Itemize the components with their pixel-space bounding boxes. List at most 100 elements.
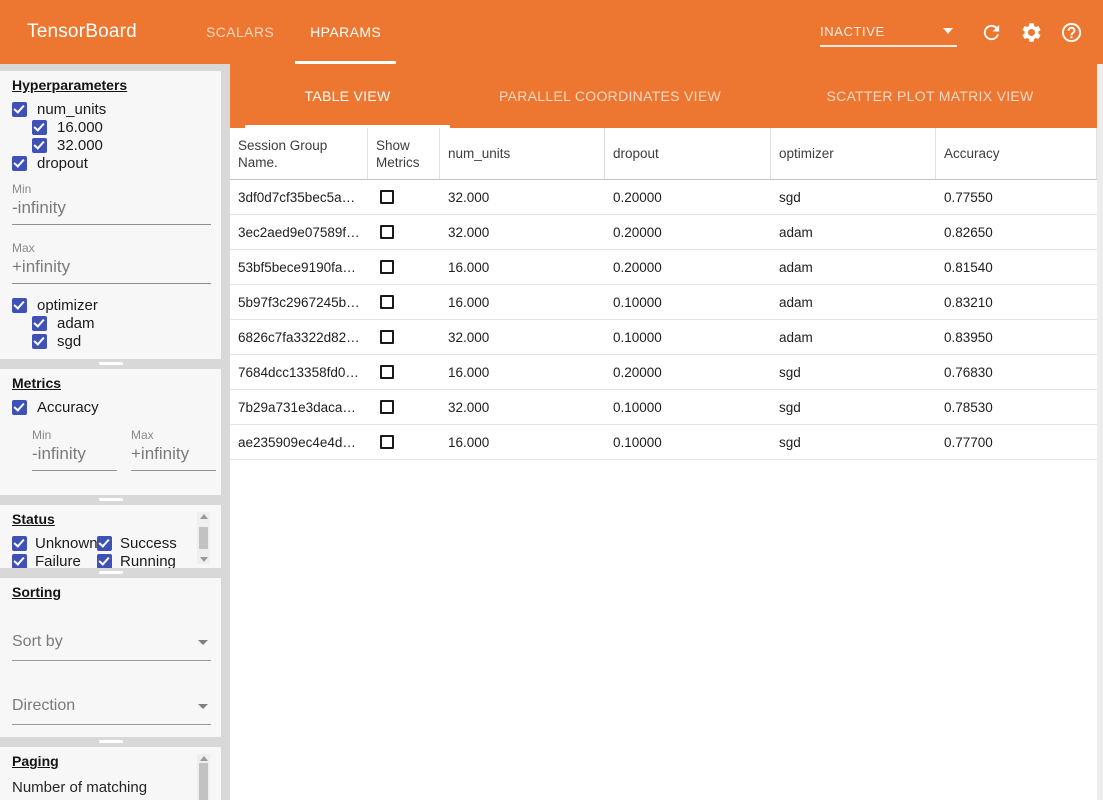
refresh-button[interactable]: [979, 20, 1003, 44]
hparam-min-field[interactable]: Min -infinity: [12, 182, 211, 225]
min-label: Min: [12, 182, 211, 196]
show-metrics-checkbox[interactable]: [380, 225, 394, 239]
cell-optimizer: adam: [771, 225, 936, 240]
hparam-max-field[interactable]: Max +infinity: [12, 241, 211, 284]
hyperparameters-panel: Hyperparameters num_units16.00032.000dro…: [0, 71, 221, 359]
checkbox-label: adam: [57, 315, 95, 332]
direction-value: Direction: [12, 697, 75, 714]
optimizer-checkbox-list: optimizeradamsgd: [12, 296, 221, 350]
column-header-dropout[interactable]: dropout: [605, 128, 771, 179]
help-button[interactable]: [1059, 20, 1083, 44]
checkbox-failure[interactable]: [12, 554, 27, 569]
status-scrollbar[interactable]: [197, 512, 210, 564]
checkbox-label: sgd: [57, 333, 81, 350]
session-group-name: 6826c7fa3322d82…: [230, 330, 368, 345]
checkbox-running[interactable]: [97, 554, 112, 569]
max-input[interactable]: +infinity: [12, 255, 211, 284]
checkbox-32-000[interactable]: [32, 138, 47, 153]
tab-table-view[interactable]: TABLE VIEW: [245, 64, 450, 128]
scroll-up-icon[interactable]: [200, 756, 208, 761]
cell-accuracy: 0.83210: [936, 295, 1097, 310]
metrics-checkbox-list: Accuracy: [12, 398, 221, 416]
session-group-name: 7684dcc13358fd0…: [230, 365, 368, 380]
app-title: TensorBoard: [27, 21, 177, 43]
table-header-row: Session Group Name.Show Metricsnum_units…: [230, 128, 1097, 180]
metric-max-field[interactable]: Max +infinity: [131, 428, 216, 471]
show-metrics-cell: [368, 295, 440, 309]
main-scrollbar-track[interactable]: [1097, 64, 1103, 800]
scrollbar-thumb[interactable]: [199, 527, 208, 549]
settings-gear-icon: [1020, 21, 1043, 44]
cell-accuracy: 0.78530: [936, 400, 1097, 415]
cell-accuracy: 0.77700: [936, 435, 1097, 450]
checkbox-dropout[interactable]: [12, 156, 27, 171]
metric-min-field[interactable]: Min -infinity: [32, 428, 117, 471]
cell-dropout: 0.20000: [605, 365, 771, 380]
status-panel: Status UnknownSuccessFailureRunning: [0, 505, 221, 568]
cell-optimizer: sgd: [771, 190, 936, 205]
checkbox-accuracy[interactable]: [12, 400, 27, 415]
paging-scrollbar[interactable]: [197, 754, 210, 800]
tensorboard-app: TensorBoard SCALARSHPARAMS INACTIVE: [0, 0, 1103, 800]
paging-panel: Paging Number of matching session groups…: [0, 747, 221, 800]
cell-num-units: 32.000: [440, 190, 605, 205]
checkbox-adam[interactable]: [32, 316, 47, 331]
show-metrics-checkbox[interactable]: [380, 330, 394, 344]
show-metrics-checkbox[interactable]: [380, 365, 394, 379]
show-metrics-checkbox[interactable]: [380, 435, 394, 449]
top-nav: SCALARSHPARAMS: [191, 0, 396, 64]
checkbox-sgd[interactable]: [32, 334, 47, 349]
table-row: 5b97f3c2967245b…16.0000.10000adam0.83210: [230, 285, 1097, 320]
tab-parallel-coordinates-view[interactable]: PARALLEL COORDINATES VIEW: [450, 64, 770, 128]
filter-item-success: Success: [97, 534, 202, 552]
panel-resize-handle[interactable]: [0, 495, 230, 505]
filter-item-unknown: Unknown: [12, 534, 97, 552]
column-header-optimizer[interactable]: optimizer: [771, 128, 936, 179]
table-row: 53bf5bece9190fa…16.0000.20000adam0.81540: [230, 250, 1097, 285]
filter-item-failure: Failure: [12, 552, 97, 568]
panel-resize-handle[interactable]: [0, 737, 230, 747]
column-header-num-units[interactable]: num_units: [440, 128, 605, 179]
cell-optimizer: adam: [771, 295, 936, 310]
table-row: 3ec2aed9e07589f…32.0000.20000adam0.82650: [230, 215, 1097, 250]
checkbox-success[interactable]: [97, 536, 112, 551]
checkbox-label: optimizer: [37, 297, 98, 314]
column-header-accuracy[interactable]: Accuracy: [936, 128, 1097, 179]
top-toolbar: TensorBoard SCALARSHPARAMS INACTIVE: [0, 0, 1103, 64]
hyperparameters-heading: Hyperparameters: [12, 77, 221, 94]
sidebar-spacer: [0, 64, 230, 71]
filter-item-adam: adam: [32, 314, 221, 332]
sort-by-select[interactable]: Sort by: [12, 633, 211, 661]
checkbox-16-000[interactable]: [32, 120, 47, 135]
checkbox-unknown[interactable]: [12, 536, 27, 551]
min-input[interactable]: -infinity: [32, 442, 117, 471]
direction-select[interactable]: Direction: [12, 697, 211, 725]
settings-button[interactable]: [1019, 20, 1043, 44]
cell-dropout: 0.10000: [605, 435, 771, 450]
column-header-show-metrics[interactable]: Show Metrics: [368, 128, 440, 179]
panel-resize-handle[interactable]: [0, 359, 230, 369]
show-metrics-checkbox[interactable]: [380, 295, 394, 309]
scrollbar-thumb[interactable]: [199, 763, 208, 800]
show-metrics-checkbox[interactable]: [380, 190, 394, 204]
panel-resize-handle[interactable]: [0, 568, 230, 578]
min-input[interactable]: -infinity: [12, 196, 211, 225]
max-input[interactable]: +infinity: [131, 442, 216, 471]
tab-scatter-plot-matrix-view[interactable]: SCATTER PLOT MATRIX VIEW: [770, 64, 1090, 128]
scroll-down-icon[interactable]: [200, 557, 208, 562]
top-tab-hparams[interactable]: HPARAMS: [295, 0, 396, 64]
runs-status-selector[interactable]: INACTIVE: [820, 17, 957, 47]
checkbox-label: Unknown: [35, 535, 98, 552]
table-row: ae235909ec4e4d…16.0000.10000sgd0.77700: [230, 425, 1097, 460]
top-tab-scalars[interactable]: SCALARS: [191, 0, 289, 64]
cell-num-units: 32.000: [440, 330, 605, 345]
column-header-session-group-name[interactable]: Session Group Name.: [230, 128, 368, 179]
checkbox-optimizer[interactable]: [12, 298, 27, 313]
checkbox-num-units[interactable]: [12, 102, 27, 117]
refresh-icon: [980, 21, 1003, 44]
cell-num-units: 16.000: [440, 365, 605, 380]
show-metrics-checkbox[interactable]: [380, 400, 394, 414]
table-row: 6826c7fa3322d82…32.0000.10000adam0.83950: [230, 320, 1097, 355]
scroll-up-icon[interactable]: [200, 514, 208, 519]
show-metrics-checkbox[interactable]: [380, 260, 394, 274]
